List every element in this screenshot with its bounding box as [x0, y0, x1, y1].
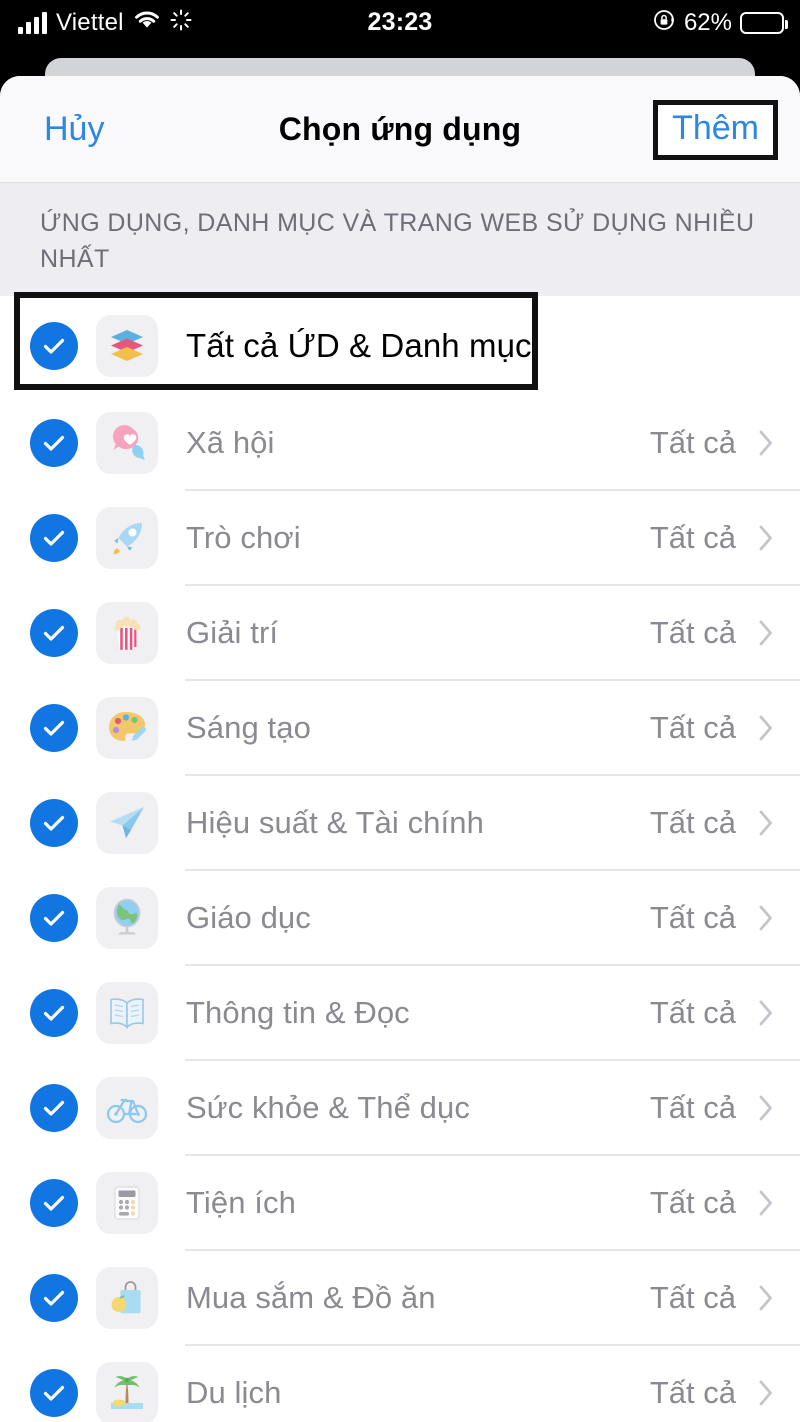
row-label: Thông tin & Đọc [186, 995, 410, 1030]
globe-icon [96, 887, 158, 949]
row-label: Sáng tạo [186, 710, 311, 745]
chat-bubble-heart-icon [96, 412, 158, 474]
row-value: Tất cả [649, 1375, 736, 1410]
chevron-right-icon[interactable] [758, 714, 774, 742]
chevron-right-icon[interactable] [758, 429, 774, 457]
battery-icon [740, 11, 788, 34]
row-value: Tất cả [649, 615, 736, 650]
row-value: Tất cả [649, 520, 736, 555]
checkmark-icon[interactable] [30, 1274, 78, 1322]
checkmark-icon[interactable] [30, 514, 78, 562]
table-row[interactable]: Sức khỏe & Thể dục Tất cả [0, 1060, 800, 1156]
row-value: Tất cả [649, 425, 736, 460]
checkmark-icon[interactable] [30, 1179, 78, 1227]
shopping-bag-icon [96, 1267, 158, 1329]
table-row[interactable]: Mua sắm & Đồ ăn Tất cả [0, 1250, 800, 1346]
table-row[interactable]: Tất cả ỨD & Danh mục [0, 295, 800, 396]
chevron-right-icon[interactable] [758, 524, 774, 552]
chevron-right-icon[interactable] [758, 904, 774, 932]
rocket-icon [96, 507, 158, 569]
app-category-list: Tất cả ỨD & Danh mục Xã hội Tất cả Trò ch… [0, 295, 800, 1422]
paint-palette-icon [96, 697, 158, 759]
checkmark-icon[interactable] [30, 419, 78, 467]
checkmark-icon[interactable] [30, 609, 78, 657]
row-label: Mua sắm & Đồ ăn [186, 1280, 436, 1315]
row-value: Tất cả [649, 995, 736, 1030]
phone-screen: Viettel 23:23 62% Hủy Chọn ứng dụng Thêm… [0, 0, 800, 1422]
chevron-right-icon[interactable] [758, 1284, 774, 1312]
table-row[interactable]: Thông tin & Đọc Tất cả [0, 965, 800, 1061]
chevron-right-icon[interactable] [758, 619, 774, 647]
row-label: Sức khỏe & Thể dục [186, 1090, 470, 1125]
section-header: ỨNG DỤNG, DANH MỤC VÀ TRANG WEB SỬ DỤNG … [0, 182, 800, 296]
checkmark-icon[interactable] [30, 1369, 78, 1417]
table-row[interactable]: Giáo dục Tất cả [0, 870, 800, 966]
row-label: Tiện ích [186, 1185, 296, 1220]
sheet-nav-bar: Hủy Chọn ứng dụng Thêm [0, 76, 800, 182]
choose-apps-sheet: Hủy Chọn ứng dụng Thêm ỨNG DỤNG, DANH MỤ… [0, 76, 800, 1422]
status-bar-right: 62% [652, 0, 788, 45]
calculator-icon [96, 1172, 158, 1234]
table-row[interactable]: Tiện ích Tất cả [0, 1155, 800, 1251]
popcorn-icon [96, 602, 158, 664]
row-label: Tất cả ỨD & Danh mục [186, 326, 532, 364]
add-button[interactable]: Thêm [672, 110, 759, 147]
rotation-lock-icon [652, 8, 676, 37]
bicycle-icon [96, 1077, 158, 1139]
status-bar: Viettel 23:23 62% [0, 0, 800, 45]
row-value: Tất cả [649, 805, 736, 840]
row-value: Tất cả [649, 1185, 736, 1220]
chevron-right-icon[interactable] [758, 809, 774, 837]
table-row[interactable]: Hiệu suất & Tài chính Tất cả [0, 775, 800, 871]
layers-stack-icon [96, 314, 158, 377]
table-row[interactable]: Sáng tạo Tất cả [0, 680, 800, 776]
table-row[interactable]: Xã hội Tất cả [0, 395, 800, 491]
row-value: Tất cả [649, 1090, 736, 1125]
row-label: Giải trí [186, 615, 279, 650]
checkmark-icon[interactable] [30, 1084, 78, 1132]
row-label: Xã hội [186, 425, 275, 460]
chevron-right-icon[interactable] [758, 999, 774, 1027]
checkmark-icon[interactable] [30, 321, 78, 370]
checkmark-icon[interactable] [30, 704, 78, 752]
checkmark-icon[interactable] [30, 989, 78, 1037]
checkmark-icon[interactable] [30, 799, 78, 847]
row-value: Tất cả [649, 1280, 736, 1315]
row-label: Du lịch [186, 1375, 282, 1410]
open-book-icon [96, 982, 158, 1044]
section-header-label: ỨNG DỤNG, DANH MỤC VÀ TRANG WEB SỬ DỤNG … [40, 209, 755, 274]
add-button-highlight: Thêm [653, 100, 778, 160]
chevron-right-icon[interactable] [758, 1094, 774, 1122]
row-label: Trò chơi [186, 520, 301, 555]
chevron-right-icon[interactable] [758, 1379, 774, 1407]
table-row[interactable]: Du lịch Tất cả [0, 1345, 800, 1422]
paper-plane-icon [96, 792, 158, 854]
table-row[interactable]: Giải trí Tất cả [0, 585, 800, 681]
row-label: Hiệu suất & Tài chính [186, 805, 484, 840]
battery-percent-label: 62% [683, 8, 732, 36]
chevron-right-icon[interactable] [758, 1189, 774, 1217]
row-value: Tất cả [649, 900, 736, 935]
palm-beach-icon [96, 1362, 158, 1422]
row-label: Giáo dục [186, 900, 311, 935]
row-value: Tất cả [649, 710, 736, 745]
table-row[interactable]: Trò chơi Tất cả [0, 490, 800, 586]
checkmark-icon[interactable] [30, 894, 78, 942]
clock-time: 23:23 [367, 8, 433, 36]
